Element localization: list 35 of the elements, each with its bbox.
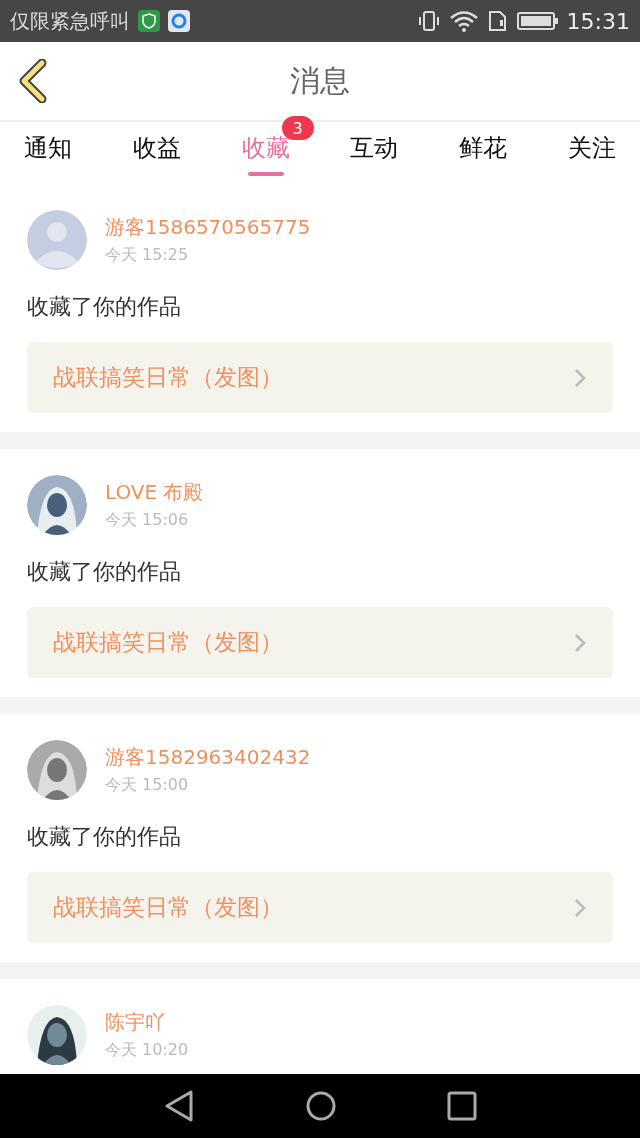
tab[interactable]: 关注 <box>568 122 616 180</box>
work-link[interactable]: 战联搞笑日常（发图） <box>27 342 613 413</box>
browser-app-icon <box>168 10 190 32</box>
wifi-icon <box>448 9 479 33</box>
user-name[interactable]: 陈宇吖 <box>105 1009 189 1036</box>
chevron-right-icon <box>573 631 587 654</box>
shield-app-icon <box>138 10 160 32</box>
chevron-right-icon <box>573 896 587 919</box>
clock-text: 15:31 <box>566 8 630 34</box>
user-name[interactable]: 游客1586570565775 <box>105 214 311 241</box>
tab[interactable]: 通知 <box>24 122 72 180</box>
user-name[interactable]: LOVE 布殿 <box>105 479 204 506</box>
carrier-text: 仅限紧急呼叫 <box>10 7 130 35</box>
vibrate-icon <box>416 9 441 33</box>
message-text: 收藏了你的作品 <box>27 558 182 586</box>
avatar-icon <box>27 210 87 270</box>
home-circle-icon[interactable] <box>305 1090 337 1122</box>
tab[interactable]: 鲜花 <box>459 122 508 180</box>
message-time: 今天 15:06 <box>105 510 190 531</box>
page-title: 消息 <box>290 61 350 100</box>
work-link[interactable]: 战联搞笑日常（发图） <box>27 872 613 943</box>
back-triangle-icon[interactable] <box>163 1089 195 1123</box>
user-name[interactable]: 游客1582963402432 <box>105 744 311 771</box>
sim-card-icon <box>486 9 509 33</box>
message-text: 收藏了你的作品 <box>27 823 182 851</box>
tab[interactable]: 互动 <box>350 122 399 180</box>
chevron-right-icon <box>573 366 587 389</box>
message-time: 今天 10:20 <box>105 1040 189 1061</box>
recents-square-icon[interactable] <box>447 1091 477 1121</box>
message-text: 收藏了你的作品 <box>27 293 182 321</box>
battery-icon <box>516 10 559 32</box>
work-link[interactable]: 战联搞笑日常（发图） <box>27 607 613 678</box>
tab[interactable]: 收益 <box>132 122 181 180</box>
message-time: 今天 15:25 <box>105 245 190 266</box>
message-time: 今天 15:00 <box>105 775 190 796</box>
